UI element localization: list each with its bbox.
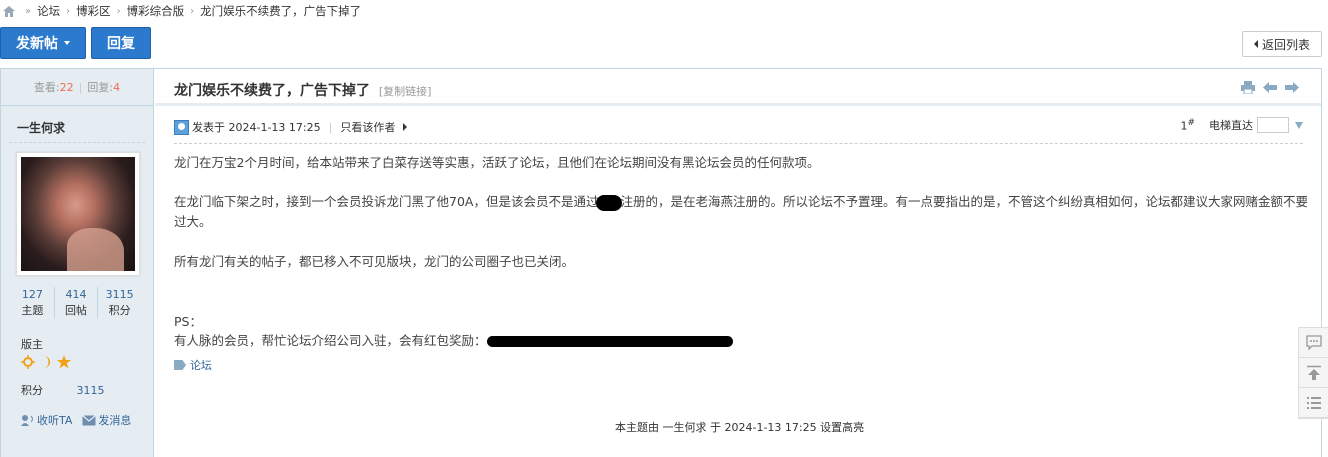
rank-medals bbox=[21, 355, 71, 369]
message-label: 发消息 bbox=[98, 414, 132, 427]
follow-link[interactable]: 收听TA bbox=[21, 412, 72, 428]
posted-time: 发表于 2024-1-13 17:25 bbox=[192, 121, 321, 134]
breadcrumb-board[interactable]: 博彩综合版 bbox=[127, 3, 185, 19]
reply-label: 回复 bbox=[107, 36, 135, 52]
reply-button[interactable]: 回复 bbox=[91, 27, 151, 59]
paragraph: 有人脉的会员，帮忙论坛介绍公司入驻，会有红包奖励： bbox=[174, 331, 733, 351]
copy-link-button[interactable]: [复制链接] bbox=[379, 85, 432, 98]
floor-nav: 1# 电梯直达 bbox=[1180, 117, 1303, 133]
tag-icon bbox=[174, 360, 186, 370]
divider bbox=[174, 143, 1303, 144]
follow-label: 收听TA bbox=[37, 414, 73, 427]
paragraph-text: 有人脉的会员，帮忙论坛介绍公司入驻，会有红包奖励： bbox=[174, 333, 487, 348]
ps-label: PS： bbox=[174, 314, 202, 329]
home-icon[interactable] bbox=[3, 5, 15, 17]
topics-label: 主题 bbox=[21, 304, 44, 317]
breadcrumb-forum[interactable]: 论坛 bbox=[37, 3, 60, 19]
new-post-button[interactable]: 发新帖 bbox=[0, 27, 86, 59]
quick-reply-icon[interactable] bbox=[1299, 328, 1328, 358]
post-frame: 查看: 22 | 回复: 4 一生何求 127 主题 414 回帖 3115 积… bbox=[0, 68, 1322, 457]
message-link[interactable]: 发消息 bbox=[82, 412, 131, 428]
back-to-list-label: 返回列表 bbox=[1261, 37, 1310, 52]
replies-label: 回复: bbox=[87, 81, 114, 94]
only-author-link[interactable]: 只看该作者 bbox=[340, 119, 395, 135]
credits-value: 3115 bbox=[105, 288, 134, 301]
posts-count[interactable]: 414 回帖 bbox=[55, 287, 99, 319]
next-thread-icon[interactable] bbox=[1285, 81, 1299, 94]
breadcrumb-gambling-zone[interactable]: 博彩区 bbox=[76, 3, 111, 19]
post-title-text: 龙门娱乐不续费了，广告下掉了 bbox=[174, 83, 370, 99]
print-icon[interactable] bbox=[1241, 81, 1255, 95]
prev-thread-icon[interactable] bbox=[1263, 81, 1277, 94]
author-score: 积分 3115 bbox=[21, 382, 105, 398]
online-user-icon bbox=[174, 119, 189, 135]
author-role: 版主 bbox=[21, 338, 43, 351]
paragraph: 龙门在万宝2个月时间，给本站带来了白菜存送等实惠，活跃了论坛，且他们在论坛期间没… bbox=[174, 155, 820, 170]
breadcrumb-separator: › bbox=[66, 5, 71, 17]
meta-divider: | bbox=[328, 120, 333, 134]
posts-label: 回帖 bbox=[65, 304, 87, 317]
caret-right-icon bbox=[403, 123, 408, 131]
replies-count: 4 bbox=[113, 80, 121, 94]
topics-count[interactable]: 127 主题 bbox=[11, 287, 55, 319]
redaction-mark bbox=[596, 194, 623, 211]
title-bar: 龙门娱乐不续费了，广告下掉了 [复制链接] bbox=[155, 69, 1321, 106]
highlight-notice: 本主题由 一生何求 于 2024-1-13 17:25 设置高亮 bbox=[615, 421, 865, 434]
chevron-down-icon bbox=[64, 41, 70, 45]
breadcrumb: » 论坛 › 博彩区 › 博彩综合版 › 龙门娱乐不续费了，广告下掉了 bbox=[0, 0, 361, 22]
breadcrumb-separator: » bbox=[25, 5, 32, 17]
views-label: 查看: bbox=[33, 81, 60, 94]
new-post-label: 发新帖 bbox=[16, 36, 58, 52]
envelope-icon bbox=[82, 414, 97, 425]
title-tools bbox=[1241, 81, 1299, 95]
avatar[interactable] bbox=[16, 152, 140, 276]
score-label: 积分 bbox=[21, 384, 43, 397]
author-sidebar: 查看: 22 | 回复: 4 一生何求 127 主题 414 回帖 3115 积… bbox=[1, 69, 154, 457]
jump-label: 电梯直达 bbox=[1209, 119, 1253, 132]
post-content: 龙门娱乐不续费了，广告下掉了 [复制链接] 发表于 2024-1-13 17:2… bbox=[155, 69, 1321, 457]
tag-label: 论坛 bbox=[190, 359, 212, 372]
post-title: 龙门娱乐不续费了，广告下掉了 [复制链接] bbox=[174, 80, 431, 100]
author-actions: 收听TA 发消息 bbox=[21, 412, 131, 428]
avatar-image bbox=[21, 157, 135, 271]
jump-arrow-icon[interactable] bbox=[1295, 121, 1303, 129]
breadcrumb-thread[interactable]: 龙门娱乐不续费了，广告下掉了 bbox=[200, 3, 361, 19]
floor-mark: # bbox=[1187, 117, 1195, 128]
divider bbox=[9, 142, 145, 143]
listen-icon bbox=[21, 415, 33, 426]
star-icon bbox=[57, 355, 71, 369]
author-counts: 127 主题 414 回帖 3115 积分 bbox=[11, 287, 141, 319]
breadcrumb-separator: › bbox=[116, 5, 121, 17]
paragraph-text: 在龙门临下架之时，接到一个会员投诉龙门黑了他70A，但是该会员不是通过 bbox=[174, 194, 599, 209]
tag-link[interactable]: 论坛 bbox=[174, 357, 212, 373]
topics-value: 127 bbox=[21, 288, 43, 301]
floor-jump-input[interactable] bbox=[1257, 117, 1289, 133]
author-name[interactable]: 一生何求 bbox=[17, 119, 65, 136]
redacted-link[interactable] bbox=[486, 336, 733, 347]
stats-divider: | bbox=[78, 80, 83, 94]
list-icon[interactable] bbox=[1299, 388, 1328, 418]
score-value: 3115 bbox=[76, 384, 105, 397]
floor-number: 1# bbox=[1180, 118, 1195, 133]
posts-value: 414 bbox=[65, 288, 87, 301]
floating-toolbar bbox=[1298, 327, 1328, 419]
chevron-left-icon bbox=[1253, 40, 1258, 48]
breadcrumb-separator: › bbox=[190, 5, 195, 17]
moon-icon bbox=[39, 355, 53, 369]
thread-stats: 查看: 22 | 回复: 4 bbox=[1, 69, 153, 106]
post-meta: 发表于 2024-1-13 17:25 | 只看该作者 bbox=[174, 119, 408, 135]
back-to-top-icon[interactable] bbox=[1299, 358, 1328, 388]
credits-count[interactable]: 3115 积分 bbox=[98, 287, 141, 319]
views-count: 22 bbox=[59, 80, 74, 94]
paragraph: 在龙门临下架之时，接到一个会员投诉龙门黑了他70A，但是该会员不是通过 注册的，是… bbox=[174, 192, 1314, 232]
credits-label: 积分 bbox=[108, 304, 131, 317]
back-to-list-button[interactable]: 返回列表 bbox=[1242, 31, 1322, 57]
paragraph: 所有龙门有关的帖子，都已移入不可见版块，龙门的公司圈子也已关闭。 bbox=[174, 254, 575, 269]
sun-icon bbox=[21, 355, 35, 369]
